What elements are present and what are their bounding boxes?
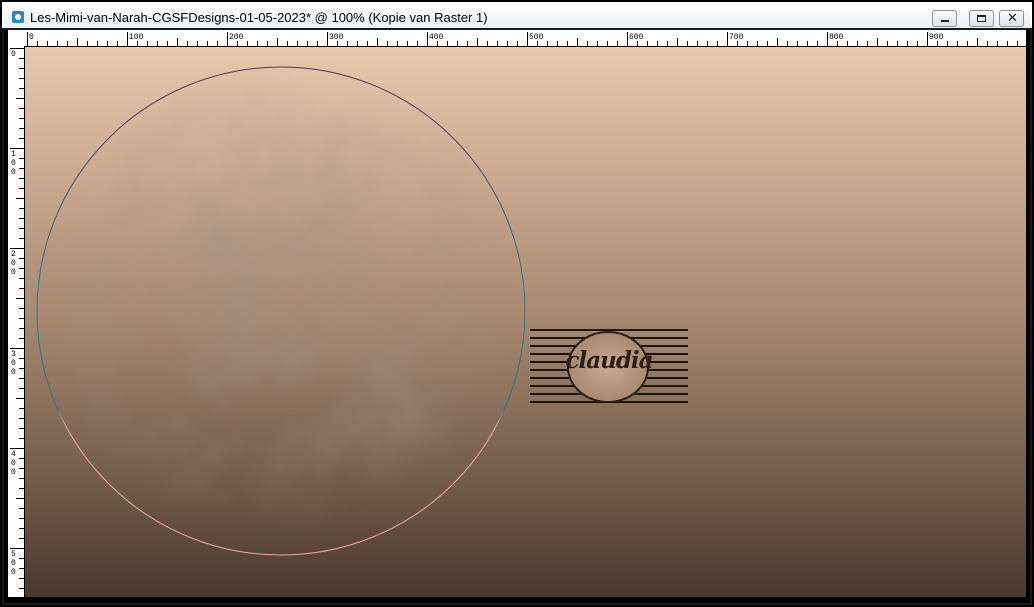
watermark: claudia	[530, 327, 688, 405]
ruler-label: 300	[329, 33, 344, 42]
ruler-label: 500	[529, 33, 544, 42]
cloud-circle-layer	[25, 47, 1026, 597]
ruler-label: 0	[11, 50, 16, 59]
horizontal-ruler-ticks: 0 100 200 300 400 500 600 700 800 900	[27, 32, 1018, 46]
ruler-label: 900	[929, 33, 944, 42]
minimize-button[interactable]	[932, 10, 957, 27]
close-icon: ✕	[1007, 11, 1018, 26]
maximize-icon	[977, 15, 986, 22]
ruler-label: 4	[11, 450, 16, 459]
minimize-icon	[941, 20, 949, 22]
ruler-label: 0	[11, 459, 16, 468]
title-bar[interactable]: Les-Mimi-van-Narah-CGSFDesigns-01-05-202…	[4, 4, 1030, 30]
horizontal-ruler[interactable]: 0 100 200 300 400 500 600 700 800 900	[24, 30, 1026, 47]
ruler-label: 0	[11, 568, 16, 577]
image-canvas[interactable]: claudia	[25, 47, 1026, 597]
ruler-label: 5	[11, 550, 16, 559]
ruler-label: 0	[11, 268, 16, 277]
maximize-button[interactable]	[969, 10, 994, 27]
ruler-label: 3	[11, 350, 16, 359]
ruler-corner	[8, 30, 24, 46]
ruler-label: 2	[11, 250, 16, 259]
vertical-ruler[interactable]: 0100200300400500	[8, 46, 25, 597]
ruler-label: 800	[829, 33, 844, 42]
ruler-label: 400	[429, 33, 444, 42]
ruler-label: 100	[129, 33, 144, 42]
ruler-label: 0	[11, 259, 16, 268]
ruler-label: 0	[11, 359, 16, 368]
ruler-label: 0	[11, 559, 16, 568]
ruler-label: 1	[11, 150, 16, 159]
ruler-label: 600	[629, 33, 644, 42]
vertical-ruler-ticks: 0100200300400500	[10, 48, 24, 589]
ruler-label: 0	[11, 468, 16, 477]
ruler-label: 0	[11, 368, 16, 377]
close-button[interactable]: ✕	[999, 10, 1024, 27]
window-title: Les-Mimi-van-Narah-CGSFDesigns-01-05-202…	[30, 10, 488, 25]
ruler-label: 0	[29, 33, 34, 42]
watermark-text: claudia	[565, 347, 653, 374]
ruler-label: 700	[729, 33, 744, 42]
ruler-label: 0	[11, 159, 16, 168]
ruler-label: 0	[11, 168, 16, 177]
ruler-label: 200	[229, 33, 244, 42]
app-icon	[12, 11, 24, 23]
cloud-texture	[25, 47, 1026, 597]
